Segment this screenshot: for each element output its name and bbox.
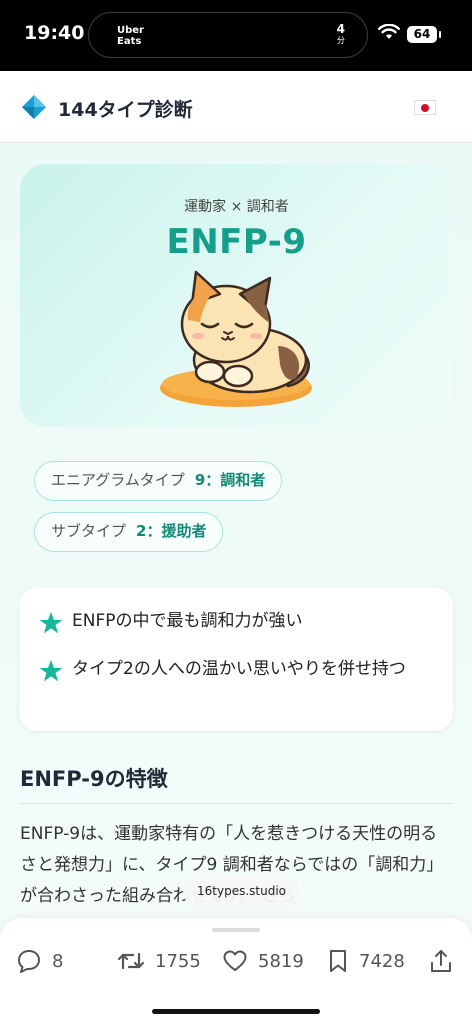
section-title: ENFP-9の特徴 [20, 767, 168, 791]
sheet-grabber[interactable] [212, 928, 260, 932]
enneagram-type-value: 9：調和者 [194, 471, 266, 489]
share-icon [431, 950, 451, 972]
type-hero-card: 運動家 × 調和者 ENFP-9 [20, 164, 453, 427]
post-action-bar: 8 1755 5819 7428 [0, 918, 472, 1024]
bookmark-count: 7428 [359, 950, 405, 972]
japan-flag-icon[interactable] [414, 100, 436, 115]
bookmark-icon [330, 950, 346, 972]
live-activity-brand: Uber Eats [117, 25, 144, 47]
trait-item: タイプ2の人への温かい思いやりを併せ持つ [39, 655, 439, 683]
subtype-tag: サブタイプ 2：援助者 [34, 512, 224, 552]
enneagram-type-label: エニアグラムタイプ [51, 471, 185, 489]
repost-button[interactable]: 1755 [117, 948, 201, 974]
live-activity-eta: 4 分 [337, 23, 345, 46]
type-code: ENFP-9 [166, 222, 307, 262]
type-subtitle: 運動家 × 調和者 [184, 199, 289, 215]
subtype-label: サブタイプ [51, 522, 127, 540]
trait-text: タイプ2の人への温かい思いやりを併せ持つ [72, 659, 406, 679]
heart-icon [223, 950, 247, 971]
reply-button[interactable]: 8 [16, 948, 63, 974]
share-button[interactable] [428, 948, 464, 974]
eta-value: 4 [336, 22, 345, 36]
source-link-pill[interactable]: 16types.studio [183, 874, 300, 908]
diamond-logo-icon[interactable] [22, 95, 46, 119]
reply-count: 8 [52, 950, 64, 972]
star-icon [39, 660, 63, 682]
like-button[interactable]: 5819 [222, 948, 304, 974]
dynamic-island-live-activity[interactable]: Uber Eats 4 分 [88, 12, 368, 58]
eta-unit: 分 [336, 36, 345, 45]
status-time: 19:40 [24, 22, 85, 44]
enneagram-type-tag: エニアグラムタイプ 9：調和者 [34, 461, 283, 501]
trait-card: ENFPの中で最も調和力が強い タイプ2の人への温かい思いやりを併せ持つ [19, 588, 453, 731]
trait-text: ENFPの中で最も調和力が強い [72, 611, 303, 631]
home-indicator[interactable] [152, 1009, 320, 1014]
bookmark-button[interactable]: 7428 [327, 948, 405, 974]
status-bar: 19:40 Uber Eats 4 分 64 [0, 0, 472, 71]
repost-icon [117, 952, 145, 970]
app-title[interactable]: 144タイプ診断 [58, 95, 193, 122]
battery-indicator: 64 [407, 26, 441, 43]
trait-item: ENFPの中で最も調和力が強い [39, 607, 439, 635]
reply-icon [18, 950, 40, 973]
app-header: 144タイプ診断 [0, 71, 472, 143]
like-count: 5819 [258, 950, 304, 972]
subtype-value: 2：援助者 [136, 522, 207, 540]
section-divider [20, 803, 453, 804]
wifi-icon [378, 24, 400, 39]
repost-count: 1755 [155, 950, 201, 972]
star-icon [39, 612, 63, 634]
sleeping-cat-illustration [160, 270, 312, 407]
